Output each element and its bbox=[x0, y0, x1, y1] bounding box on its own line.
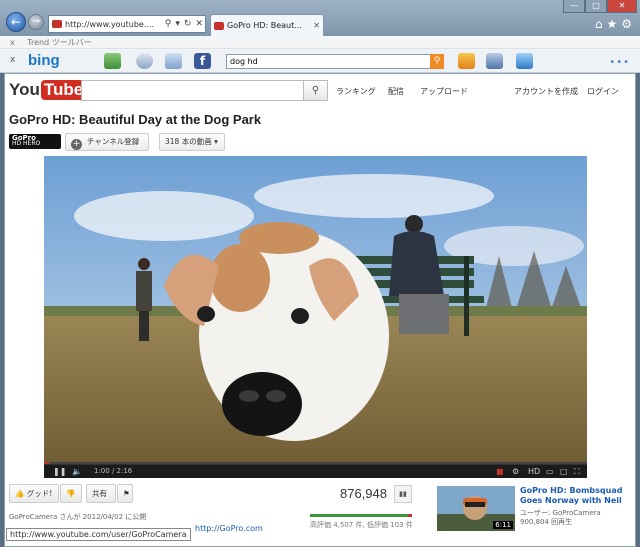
logo-tube: Tube bbox=[40, 80, 87, 100]
hd-icon[interactable]: HD bbox=[528, 467, 540, 476]
trend-toolbar-label: Trend ツールバー bbox=[27, 38, 92, 47]
address-url[interactable]: http://www.youtube.... bbox=[65, 20, 163, 29]
like-ratio-bar bbox=[310, 514, 412, 517]
youtube-button-icon[interactable]: ■ bbox=[496, 467, 504, 476]
maximize-icon[interactable]: □ bbox=[585, 0, 607, 13]
flag-icon: ⚑ bbox=[123, 489, 130, 498]
share-label: 共有 bbox=[92, 489, 107, 498]
weather-icon[interactable] bbox=[136, 53, 153, 69]
stop-icon[interactable]: ✕ bbox=[193, 19, 205, 29]
home-icon[interactable]: ⌂ bbox=[595, 17, 603, 31]
channel-badge[interactable]: GoPro HD HERO bbox=[9, 134, 61, 149]
subscribe-button[interactable]: + チャンネル登録 bbox=[65, 133, 149, 151]
uploader-info: GoProCamera さんが 2012/04/02 に公開 bbox=[9, 513, 147, 521]
nav-login[interactable]: ログイン bbox=[587, 86, 619, 97]
video-controls: ❚❚ 🔈 1:00 / 2:16 ■ ⚙ HD ▭ ▢ ⛶ bbox=[44, 464, 587, 478]
bing-toolbar: x bing f dog hd ⚲ ••• bbox=[0, 49, 640, 73]
youtube-search-input[interactable] bbox=[81, 80, 303, 101]
video-time: 1:00 / 2:16 bbox=[94, 467, 133, 475]
dropdown-icon[interactable]: ▾ bbox=[173, 19, 182, 29]
forward-icon[interactable]: → bbox=[28, 14, 44, 30]
nav-ranking[interactable]: ランキング bbox=[336, 86, 376, 97]
popout-icon[interactable]: ▭ bbox=[546, 467, 554, 476]
youtube-search-button[interactable]: ⚲ bbox=[303, 80, 328, 101]
envelope-icon[interactable] bbox=[165, 53, 182, 69]
video-title: GoPro HD: Beautiful Day at the Dog Park bbox=[9, 112, 262, 127]
tab-close-icon[interactable]: ✕ bbox=[313, 21, 320, 30]
more-icon[interactable]: ••• bbox=[609, 57, 630, 68]
youtube-favicon-icon bbox=[52, 20, 62, 28]
back-icon[interactable]: ← bbox=[6, 12, 26, 32]
flag-button[interactable]: ⚑ bbox=[117, 484, 133, 503]
like-ratio-fill bbox=[310, 514, 408, 517]
like-button[interactable]: 👍 グッド! bbox=[9, 484, 59, 503]
news-icon[interactable] bbox=[458, 53, 475, 69]
volume-icon[interactable]: 🔈 bbox=[72, 467, 82, 476]
window-controls: — □ ✕ bbox=[563, 0, 637, 13]
tab-title: GoPro HD: Beaut... bbox=[227, 21, 302, 30]
like-counts: 高評価 4,507 件, 低評価 103 件 bbox=[310, 521, 413, 529]
dislike-button[interactable]: 👎 bbox=[60, 484, 82, 503]
related-views: 900,804 回再生 bbox=[520, 518, 573, 526]
chevron-down-icon: ▾ bbox=[214, 137, 218, 146]
share-button[interactable]: 共有 bbox=[86, 484, 116, 503]
browser-titlebar: ← → http://www.youtube.... ⚲ ▾ ↻ ✕ GoPro… bbox=[0, 0, 640, 36]
youtube-favicon-icon bbox=[214, 21, 224, 30]
related-thumbnail[interactable]: 6:11 bbox=[437, 486, 515, 531]
browser-right-icons: ⌂ ★ ⚙ bbox=[595, 17, 632, 31]
bing-search-input[interactable]: dog hd bbox=[226, 54, 444, 69]
status-bar-url: http://www.youtube.com/user/GoProCamera bbox=[6, 528, 191, 541]
related-title[interactable]: GoPro HD: Bombsquad Goes Norway with Nei… bbox=[520, 486, 632, 506]
video-frame-dog-park bbox=[44, 156, 587, 476]
pause-icon[interactable]: ❚❚ bbox=[53, 467, 66, 476]
video-icon[interactable] bbox=[486, 53, 503, 69]
close-window-icon[interactable]: ✕ bbox=[607, 0, 637, 13]
tools-gear-icon[interactable]: ⚙ bbox=[621, 17, 632, 31]
page: You Tube ⚲ ランキング 配信 アップロード アカウントを作成 ログイン… bbox=[4, 73, 636, 547]
subscribe-label: チャンネル登録 bbox=[87, 137, 140, 146]
channel-videos-button[interactable]: 318 本の動画 ▾ bbox=[159, 133, 225, 151]
toolbar-close-icon[interactable]: x bbox=[10, 55, 15, 65]
related-video[interactable]: 6:11 GoPro HD: Bombsquad Goes Norway wit… bbox=[437, 484, 633, 544]
refresh-icon[interactable]: ↻ bbox=[182, 19, 194, 29]
facebook-icon[interactable]: f bbox=[194, 53, 211, 69]
thumbs-down-icon: 👎 bbox=[66, 489, 76, 498]
like-label: グッド! bbox=[26, 489, 53, 498]
favorites-star-icon[interactable]: ★ bbox=[606, 17, 617, 31]
search-icon[interactable]: ⚲ bbox=[163, 19, 174, 29]
video-player[interactable] bbox=[44, 156, 587, 476]
thumbs-up-icon: 👍 bbox=[15, 489, 25, 498]
puzzle-icon[interactable] bbox=[516, 53, 533, 69]
theater-icon[interactable]: ▢ bbox=[560, 467, 568, 476]
trend-toolbar: x Trend ツールバー bbox=[0, 36, 640, 49]
tab-youtube[interactable]: GoPro HD: Beaut... ✕ bbox=[210, 14, 324, 36]
logo-you: You bbox=[9, 80, 40, 99]
minimize-icon[interactable]: — bbox=[563, 0, 585, 13]
bar-chart-icon: ▮▮ bbox=[399, 490, 407, 498]
plus-icon: + bbox=[71, 139, 82, 150]
nav-create-account[interactable]: アカウントを作成 bbox=[514, 86, 578, 97]
view-count: 876,948 bbox=[340, 486, 387, 501]
bing-search-button[interactable]: ⚲ bbox=[430, 54, 444, 69]
channel-videos-label: 318 本の動画 bbox=[165, 137, 212, 146]
toolbar-close-icon[interactable]: x bbox=[10, 38, 15, 47]
nav-channels[interactable]: 配信 bbox=[388, 86, 404, 97]
description-link[interactable]: http://GoPro.com bbox=[195, 524, 263, 533]
settings-gear-icon[interactable]: ⚙ bbox=[512, 467, 519, 476]
nav-upload[interactable]: アップロード bbox=[420, 86, 468, 97]
channel-badge-sub: HD HERO bbox=[12, 140, 41, 147]
address-bar[interactable]: http://www.youtube.... ⚲ ▾ ↻ ✕ bbox=[48, 15, 206, 33]
mail-icon[interactable] bbox=[104, 53, 121, 69]
stats-button[interactable]: ▮▮ bbox=[394, 485, 412, 503]
youtube-logo[interactable]: You Tube bbox=[9, 80, 87, 100]
related-duration: 6:11 bbox=[493, 521, 513, 529]
bing-logo: bing bbox=[28, 52, 60, 69]
fullscreen-icon[interactable]: ⛶ bbox=[574, 467, 580, 477]
